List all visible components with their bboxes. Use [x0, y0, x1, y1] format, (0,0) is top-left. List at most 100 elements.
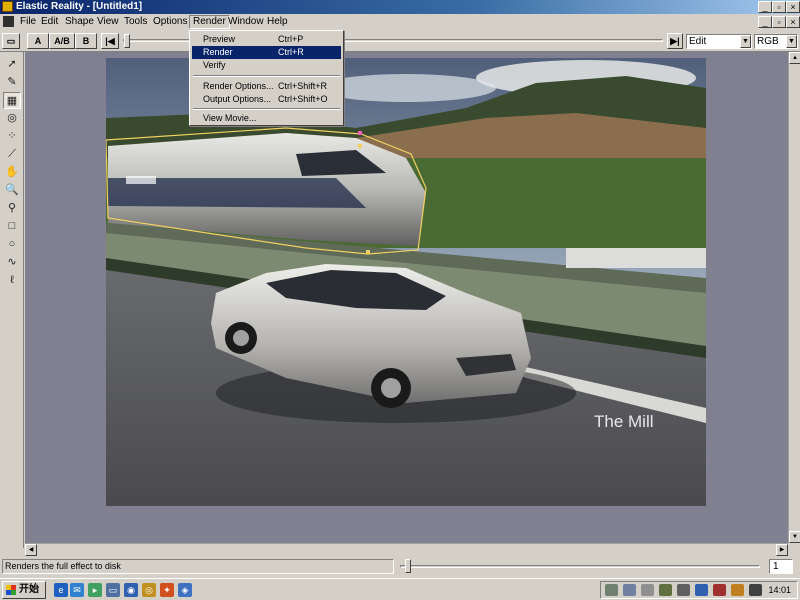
view-ab-button[interactable]: A/B: [49, 33, 75, 49]
tray-icon[interactable]: [713, 584, 726, 596]
car-hubcap: [233, 330, 249, 346]
car-hubcap: [381, 378, 401, 398]
menu-render[interactable]: Render: [189, 15, 230, 29]
menu-item-render-options[interactable]: Render Options... Ctrl+Shift+R: [192, 80, 341, 93]
eyedropper-icon[interactable]: ⚲: [3, 200, 21, 217]
doc-restore-button[interactable]: ▫: [772, 16, 786, 28]
menu-item-preview[interactable]: Preview Ctrl+P: [192, 33, 341, 46]
outlook-icon[interactable]: ✉: [70, 583, 84, 597]
app-shortcut-icon[interactable]: ◎: [142, 583, 156, 597]
tray-icon[interactable]: [695, 584, 708, 596]
timeline-slider-thumb[interactable]: [124, 34, 130, 48]
color-mode-select[interactable]: RGB ▼: [754, 34, 798, 49]
grid-toggle-button[interactable]: ▭: [2, 33, 20, 49]
points-tool-icon[interactable]: ⁘: [3, 128, 21, 145]
minimize-button[interactable]: _: [758, 1, 772, 13]
menu-item-label: Render: [203, 47, 233, 57]
circle-tool-icon[interactable]: ○: [3, 236, 21, 253]
rectangle-tool-icon[interactable]: □: [3, 218, 21, 235]
menu-item-render[interactable]: Render Ctrl+R: [192, 46, 341, 59]
app-shortcut-icon[interactable]: ◉: [124, 583, 138, 597]
menu-item-label: Preview: [203, 34, 236, 44]
menu-item-label: Render Options...: [203, 81, 274, 91]
menu-help[interactable]: Help: [264, 15, 291, 29]
correspondence-tool-icon[interactable]: ⟋: [3, 146, 21, 163]
mode-select[interactable]: Edit ▼: [686, 34, 752, 49]
select-arrow-icon[interactable]: ➚: [3, 56, 21, 73]
toolbar: ▭ A A/B B |◀ ▶| Edit ▼ RGB ▼: [0, 30, 800, 52]
status-text: Renders the full effect to disk: [2, 559, 394, 574]
tool-palette: ➚ ✎ ▦ ◎ ⁘ ⟋ ✋ 🔍 ⚲ □ ○ ∿ ℓ: [0, 52, 24, 548]
frame-slider[interactable]: [400, 565, 760, 568]
doc-minimize-button[interactable]: _: [758, 16, 772, 28]
windows-logo-icon: [6, 585, 16, 595]
status-bar: Renders the full effect to disk 1: [0, 558, 800, 576]
document-icon[interactable]: [3, 16, 14, 27]
tray-icon[interactable]: [605, 584, 618, 596]
title-bar[interactable]: Elastic Reality - [Untitled1] _ ▫ ×: [0, 0, 800, 14]
frame-slider-thumb[interactable]: [405, 559, 411, 573]
menu-bar: File Edit Shape View Tools Options Rende…: [0, 14, 800, 30]
menu-item-output-options[interactable]: Output Options... Ctrl+Shift+O: [192, 93, 341, 106]
frame-number-field[interactable]: 1: [769, 559, 793, 574]
menu-item-label: Verify: [203, 60, 226, 70]
menu-window[interactable]: Window: [225, 15, 267, 29]
menu-item-verify[interactable]: Verify: [192, 59, 341, 72]
menu-item-label: View Movie...: [203, 113, 257, 123]
tray-icon[interactable]: [623, 584, 636, 596]
menu-item-shortcut: Ctrl+P: [278, 34, 304, 44]
menu-options[interactable]: Options: [150, 15, 190, 29]
scroll-down-icon[interactable]: ▼: [789, 531, 800, 543]
chevron-down-icon[interactable]: ▼: [740, 35, 751, 48]
control-point[interactable]: [358, 144, 362, 148]
ellipse-tool-icon[interactable]: ◎: [3, 110, 21, 127]
media-icon[interactable]: ▸: [88, 583, 102, 597]
view-b-button[interactable]: B: [75, 33, 97, 49]
view-a-button[interactable]: A: [27, 33, 49, 49]
window-title: Elastic Reality - [Untitled1]: [16, 1, 143, 12]
menu-item-label: Output Options...: [203, 94, 272, 104]
tray-icon[interactable]: [641, 584, 654, 596]
chevron-down-icon[interactable]: ▼: [786, 35, 797, 48]
scroll-right-icon[interactable]: ▶: [776, 544, 788, 556]
menu-shape[interactable]: Shape: [62, 15, 97, 29]
vertical-scrollbar[interactable]: ▲ ▼: [788, 52, 800, 543]
app-shortcut-icon[interactable]: ✦: [160, 583, 174, 597]
go-to-end-button[interactable]: ▶|: [667, 33, 683, 49]
menu-edit[interactable]: Edit: [38, 15, 61, 29]
zoom-magnifier-icon[interactable]: 🔍: [3, 182, 21, 199]
tray-icon[interactable]: [749, 584, 762, 596]
internet-explorer-icon[interactable]: e: [54, 583, 68, 597]
menu-item-shortcut: Ctrl+Shift+R: [278, 81, 328, 91]
tray-icon[interactable]: [731, 584, 744, 596]
menu-tools[interactable]: Tools: [121, 15, 150, 29]
start-label: 开始: [19, 584, 39, 595]
scroll-left-icon[interactable]: ◀: [25, 544, 37, 556]
app-shortcut-icon[interactable]: ◈: [178, 583, 192, 597]
hand-pan-icon[interactable]: ✋: [3, 164, 21, 181]
control-point[interactable]: [366, 250, 370, 254]
app-icon[interactable]: [2, 1, 13, 12]
scroll-up-icon[interactable]: ▲: [789, 52, 800, 64]
menu-view[interactable]: View: [94, 15, 122, 29]
menu-file[interactable]: File: [17, 15, 39, 29]
tray-icon[interactable]: [677, 584, 690, 596]
pen-tool-icon[interactable]: ✎: [3, 74, 21, 91]
close-button[interactable]: ×: [786, 1, 800, 13]
taskbar: 开始 e ✉ ▸ ▭ ◉ ◎ ✦ ◈ 14:01: [0, 578, 800, 600]
shape-tool-icon[interactable]: ▦: [3, 92, 21, 109]
menu-separator: [193, 75, 340, 77]
start-button[interactable]: 开始: [2, 581, 46, 599]
maximize-button[interactable]: ▫: [772, 1, 786, 13]
menu-item-view-movie[interactable]: View Movie...: [192, 112, 341, 125]
go-to-start-button[interactable]: |◀: [101, 33, 119, 49]
desktop-icon[interactable]: ▭: [106, 583, 120, 597]
clock: 14:01: [768, 585, 791, 595]
bezier-tool-icon[interactable]: ∿: [3, 254, 21, 271]
tray-icon[interactable]: [659, 584, 672, 596]
doc-close-button[interactable]: ×: [786, 16, 800, 28]
control-point[interactable]: [358, 131, 362, 135]
lasso-tool-icon[interactable]: ℓ: [3, 272, 21, 289]
train-logo: [126, 176, 156, 184]
horizontal-scrollbar[interactable]: ◀ ▶: [25, 543, 788, 556]
